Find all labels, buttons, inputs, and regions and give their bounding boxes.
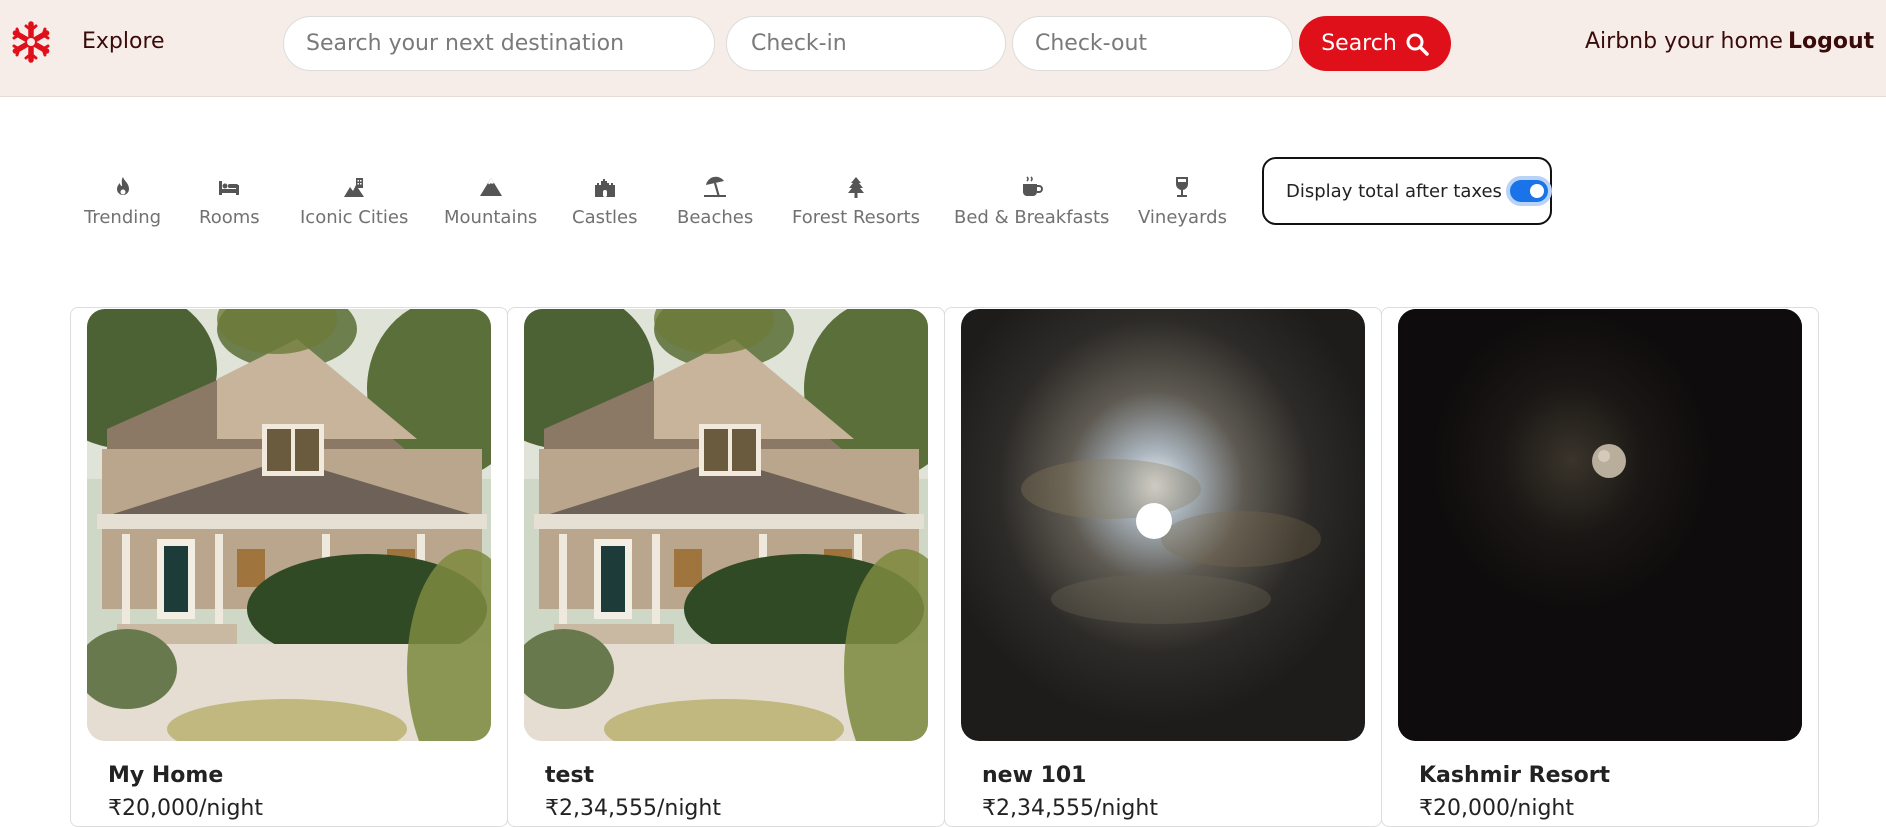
checkout-input[interactable] xyxy=(1012,16,1293,71)
filter-label: Rooms xyxy=(199,207,260,228)
bed-icon xyxy=(219,181,240,195)
mug-icon xyxy=(1022,176,1043,196)
filter-label: Mountains xyxy=(444,207,538,228)
filter-label: Bed & Breakfasts xyxy=(954,207,1110,228)
filter-rooms[interactable]: Rooms xyxy=(199,175,260,235)
tax-toggle-switch[interactable] xyxy=(1509,180,1548,202)
listing-title: test xyxy=(545,763,595,788)
fire-icon xyxy=(116,177,129,195)
filter-iconic-cities[interactable]: Iconic Cities xyxy=(300,175,408,235)
dark-moon-photo xyxy=(1398,309,1802,741)
wine-glass-icon xyxy=(1176,177,1189,197)
filter-trending[interactable]: Trending xyxy=(84,175,161,235)
listing-card[interactable]: test ₹2,34,555/night xyxy=(507,307,945,827)
filter-label: Iconic Cities xyxy=(300,207,409,228)
filter-castles[interactable]: Castles xyxy=(572,175,638,235)
airbnb-your-home-link[interactable]: Airbnb your home xyxy=(1585,29,1783,54)
listing-price: ₹2,34,555/night xyxy=(545,796,721,821)
umbrella-beach-icon xyxy=(704,176,727,198)
destination-search-input[interactable] xyxy=(283,16,715,71)
filter-label: Forest Resorts xyxy=(792,207,920,228)
house-photo xyxy=(87,309,491,741)
listing-title: My Home xyxy=(108,763,224,788)
listing-card[interactable]: new 101 ₹2,34,555/night xyxy=(944,307,1382,827)
snowflake-logo-icon[interactable] xyxy=(10,21,52,63)
checkin-input[interactable] xyxy=(726,16,1006,71)
filter-mountains[interactable]: Mountains xyxy=(444,175,537,235)
listing-card[interactable]: Kashmir Resort ₹20,000/night xyxy=(1381,307,1819,827)
filter-beaches[interactable]: Beaches xyxy=(677,175,753,235)
navbar: Explore Search Airbnb your home Logout xyxy=(0,0,1886,97)
explore-link[interactable]: Explore xyxy=(82,29,165,54)
listing-price: ₹20,000/night xyxy=(108,796,263,821)
tree-icon xyxy=(847,177,864,198)
filter-label: Beaches xyxy=(677,207,754,228)
listing-price: ₹2,34,555/night xyxy=(982,796,1158,821)
filter-forest-resorts[interactable]: Forest Resorts xyxy=(792,175,920,235)
filter-label: Vineyards xyxy=(1138,207,1227,228)
search-icon xyxy=(1406,33,1429,56)
search-button-label: Search xyxy=(1321,31,1397,56)
filter-bed-breakfasts[interactable]: Bed & Breakfasts xyxy=(954,175,1109,235)
tax-toggle-label: Display total after taxes xyxy=(1286,180,1502,202)
listing-price: ₹20,000/night xyxy=(1419,796,1574,821)
moon-clouds-photo xyxy=(961,309,1365,741)
castle-icon xyxy=(594,179,615,197)
city-icon xyxy=(344,178,365,197)
tax-toggle-box[interactable]: Display total after taxes xyxy=(1262,157,1552,225)
filter-label: Castles xyxy=(572,207,638,228)
filter-label: Trending xyxy=(84,207,162,228)
listing-title: new 101 xyxy=(982,763,1087,788)
filter-vineyards[interactable]: Vineyards xyxy=(1138,175,1227,235)
logout-link[interactable]: Logout xyxy=(1788,29,1874,54)
house-photo xyxy=(524,309,928,741)
switch-knob xyxy=(1529,184,1544,198)
listing-title: Kashmir Resort xyxy=(1419,763,1611,788)
listing-card[interactable]: My Home ₹20,000/night xyxy=(70,307,508,827)
mountain-icon xyxy=(479,178,502,196)
search-button[interactable]: Search xyxy=(1299,16,1451,71)
